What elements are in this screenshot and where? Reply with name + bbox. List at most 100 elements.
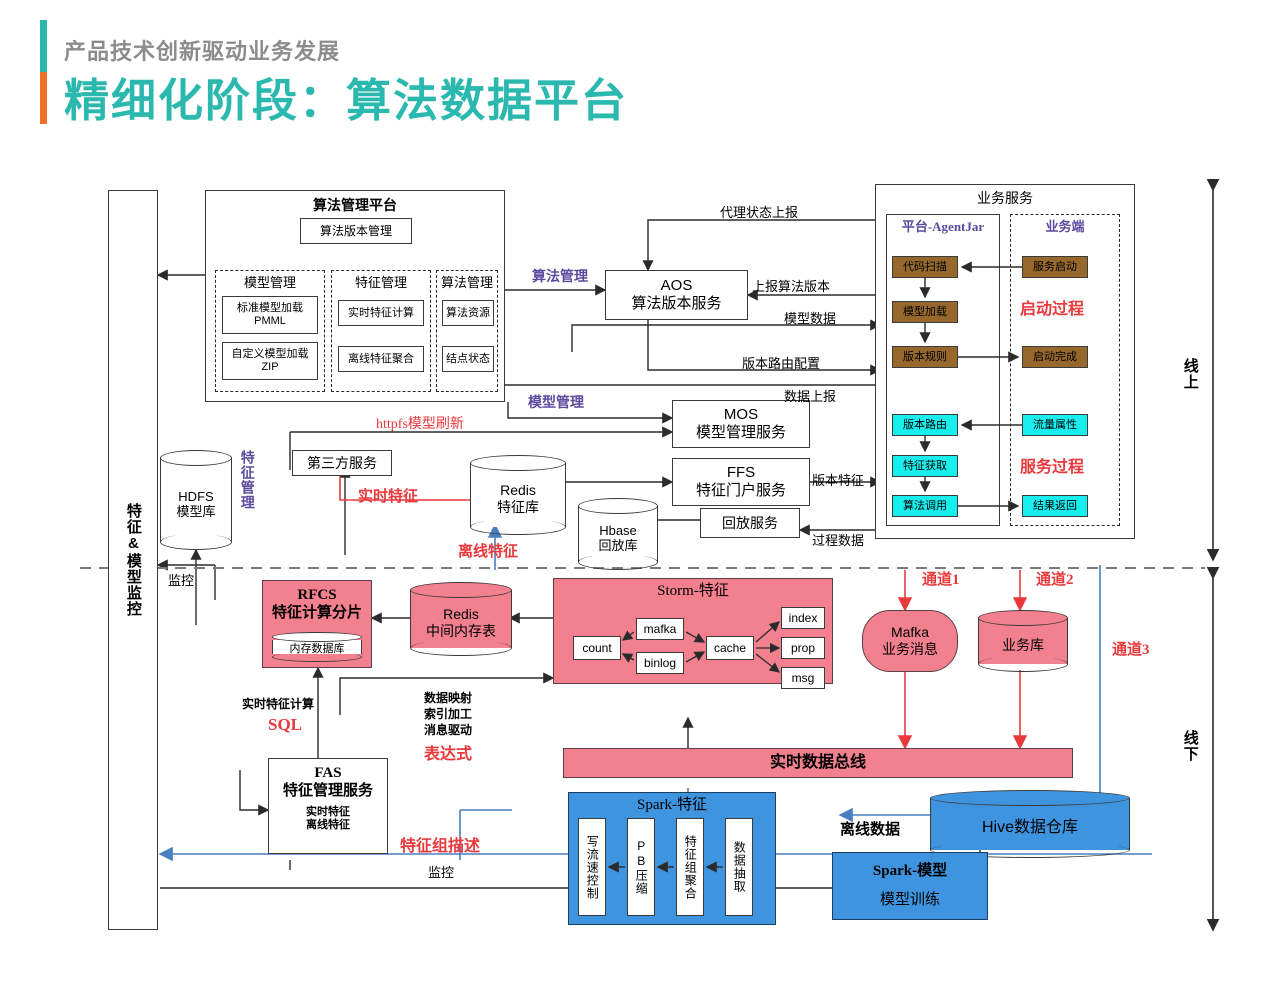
version-management-box[interactable]: 算法版本管理 — [300, 218, 412, 244]
header-kicker: 产品技术创新驱动业务发展 — [64, 39, 341, 64]
storm-node-prop[interactable]: prop — [781, 637, 825, 659]
agent-code-scan[interactable]: 代码扫描 — [892, 256, 958, 278]
version-management-label: 算法版本管理 — [319, 223, 392, 238]
storm-node-cache[interactable]: cache — [706, 636, 754, 660]
edge-label-agent-status: 代理状态上报 — [720, 205, 799, 220]
feature-realtime-compute-label: 实时特征计算 — [348, 306, 414, 319]
agent-model-load[interactable]: 模型加载 — [892, 301, 958, 323]
label-online: 线上 — [1181, 358, 1199, 390]
architecture-diagram: 特征&模型监控 算法管理平台 算法版本管理 模型管理 标准模型加载 PMML 自… — [0, 170, 1286, 990]
spark-model-title: Spark-模型 — [872, 863, 948, 880]
spark-step-data-extract[interactable]: 数据抽取 — [725, 818, 753, 916]
agent-version-rule[interactable]: 版本规则 — [892, 346, 958, 368]
hive-warehouse-label: Hive数据仓库 — [981, 818, 1078, 836]
edge-label-offline-feature: 离线特征 — [458, 544, 519, 560]
edge-label-httpfs-refresh: httpfs模型刷新 — [376, 417, 464, 432]
biz-traffic-attr[interactable]: 流量属性 — [1022, 414, 1088, 436]
redis-feature-store-label: Redis 特征库 — [497, 482, 539, 515]
edge-label-feature-mgmt: 特征管理 — [239, 450, 256, 510]
biz-result-return[interactable]: 结果返回 — [1022, 495, 1088, 517]
hbase-store[interactable]: Hbase 回放库 — [578, 498, 658, 570]
biz-start-complete-label: 启动完成 — [1033, 350, 1077, 363]
edge-label-model-mgmt: 模型管理 — [528, 394, 584, 410]
rfcs-memory-db[interactable]: 内存数据库 — [272, 632, 362, 662]
fas-box[interactable]: FAS 特征管理服务 实时特征 离线特征 — [268, 758, 388, 854]
storm-node-index[interactable]: index — [781, 607, 825, 629]
edge-label-monitor-top: 监控 — [168, 573, 195, 588]
storm-node-binlog[interactable]: binlog — [636, 652, 684, 674]
edge-label-algo-mgmt: 算法管理 — [532, 268, 588, 284]
edge-label-version-route-cfg: 版本路由配置 — [742, 356, 821, 371]
storm-node-mafka[interactable]: mafka — [636, 618, 684, 640]
replay-service[interactable]: 回放服务 — [700, 508, 800, 538]
third-party-service[interactable]: 第三方服务 — [292, 450, 392, 476]
business-db-store[interactable]: 业务库 — [978, 610, 1068, 672]
redis-feature-store[interactable]: Redis 特征库 — [470, 455, 566, 535]
edge-label-monitor-bottom: 监控 — [428, 865, 455, 880]
node-status[interactable]: 结点状态 — [442, 346, 494, 372]
agent-version-route[interactable]: 版本路由 — [892, 414, 958, 436]
biz-start-complete[interactable]: 启动完成 — [1022, 346, 1088, 368]
spark-step-feature-group[interactable]: 特征组聚合 — [676, 818, 704, 916]
storm-node-msg[interactable]: msg — [781, 667, 825, 689]
biz-service-start[interactable]: 服务启动 — [1022, 256, 1088, 278]
agent-feature-fetch[interactable]: 特征获取 — [892, 455, 958, 477]
business-side-title: 业务端 — [1045, 219, 1085, 234]
spark-step-feature-group-label: 特征组聚合 — [683, 834, 698, 900]
storm-node-count-label: count — [582, 640, 612, 655]
edge-label-feature-group-desc: 特征组描述 — [400, 838, 481, 855]
platform-title: 算法管理平台 — [313, 197, 397, 213]
redis-intermediate-store-label: Redis 中间内存表 — [426, 606, 496, 639]
ffs-service-label: FFS 特征门户服务 — [695, 464, 786, 499]
edge-label-realtime-feature: 实时特征 — [358, 489, 419, 505]
edge-label-channel1: 通道1 — [922, 572, 960, 588]
third-party-service-label: 第三方服务 — [307, 454, 377, 471]
monitor-column: 特征&模型监控 — [108, 190, 158, 930]
spark-step-pb-compress-label: PB压缩 — [634, 839, 649, 895]
agent-algo-invoke[interactable]: 算法调用 — [892, 495, 958, 517]
hbase-store-label: Hbase 回放库 — [598, 522, 638, 553]
model-custom-load[interactable]: 自定义模型加载 ZIP — [222, 342, 318, 380]
storm-feature-title: Storm-特征 — [657, 583, 729, 599]
storm-node-count[interactable]: count — [573, 636, 621, 660]
redis-intermediate-store[interactable]: Redis 中间内存表 — [410, 582, 512, 656]
spark-step-write-rate[interactable]: 写流速控制 — [578, 818, 606, 916]
group-algorithm-management: 算法管理 — [436, 270, 498, 392]
feature-offline-aggregate[interactable]: 离线特征聚合 — [338, 346, 424, 372]
page-header: 产品技术创新驱动业务发展 精细化阶段：算法数据平台 — [40, 16, 940, 128]
startup-phase-label: 启动过程 — [1020, 301, 1085, 318]
business-db-store-label: 业务库 — [1002, 636, 1044, 653]
spark-model-box[interactable]: Spark-模型 模型训练 — [832, 852, 988, 920]
agent-code-scan-label: 代码扫描 — [903, 260, 947, 273]
storm-node-mafka-label: mafka — [643, 621, 677, 636]
mafka-queue[interactable]: Mafka 业务消息 — [862, 610, 958, 672]
storm-node-index-label: index — [788, 610, 818, 625]
hdfs-store[interactable]: HDFS 模型库 — [160, 450, 232, 550]
feature-realtime-compute[interactable]: 实时特征计算 — [338, 300, 424, 326]
hive-warehouse[interactable]: Hive数据仓库 — [930, 790, 1130, 858]
model-standard-load[interactable]: 标准模型加载 PMML — [222, 296, 318, 334]
edge-label-expression: 表达式 — [424, 746, 473, 763]
storm-node-prop-label: prop — [790, 640, 816, 655]
agent-version-route-label: 版本路由 — [903, 418, 947, 431]
title-accent-bar-orange — [40, 72, 47, 124]
model-standard-load-label: 标准模型加载 PMML — [237, 302, 303, 327]
edge-label-data-report: 数据上报 — [784, 389, 837, 404]
spark-step-pb-compress[interactable]: PB压缩 — [627, 818, 655, 916]
spark-model-sub: 模型训练 — [879, 891, 940, 908]
mos-service[interactable]: MOS 模型管理服务 — [672, 400, 810, 448]
aos-service[interactable]: AOS 算法版本服务 — [605, 270, 748, 320]
service-phase-label: 服务过程 — [1020, 459, 1085, 476]
ffs-service[interactable]: FFS 特征门户服务 — [672, 458, 810, 506]
agent-jar-title: 平台-AgentJar — [901, 219, 985, 234]
realtime-databus-label: 实时数据总线 — [769, 753, 866, 771]
edge-label-offline-data: 离线数据 — [840, 821, 901, 838]
feature-offline-aggregate-label: 离线特征聚合 — [348, 352, 414, 365]
fas-sub-label: 实时特征 离线特征 — [306, 806, 350, 832]
storm-node-cache-label: cache — [713, 640, 747, 655]
agent-version-rule-label: 版本规则 — [903, 350, 947, 363]
biz-result-return-label: 结果返回 — [1033, 499, 1077, 512]
algorithm-resource[interactable]: 算法资源 — [442, 300, 494, 326]
group-feature-management: 特征管理 — [331, 270, 431, 392]
algorithm-resource-label: 算法资源 — [446, 306, 490, 319]
